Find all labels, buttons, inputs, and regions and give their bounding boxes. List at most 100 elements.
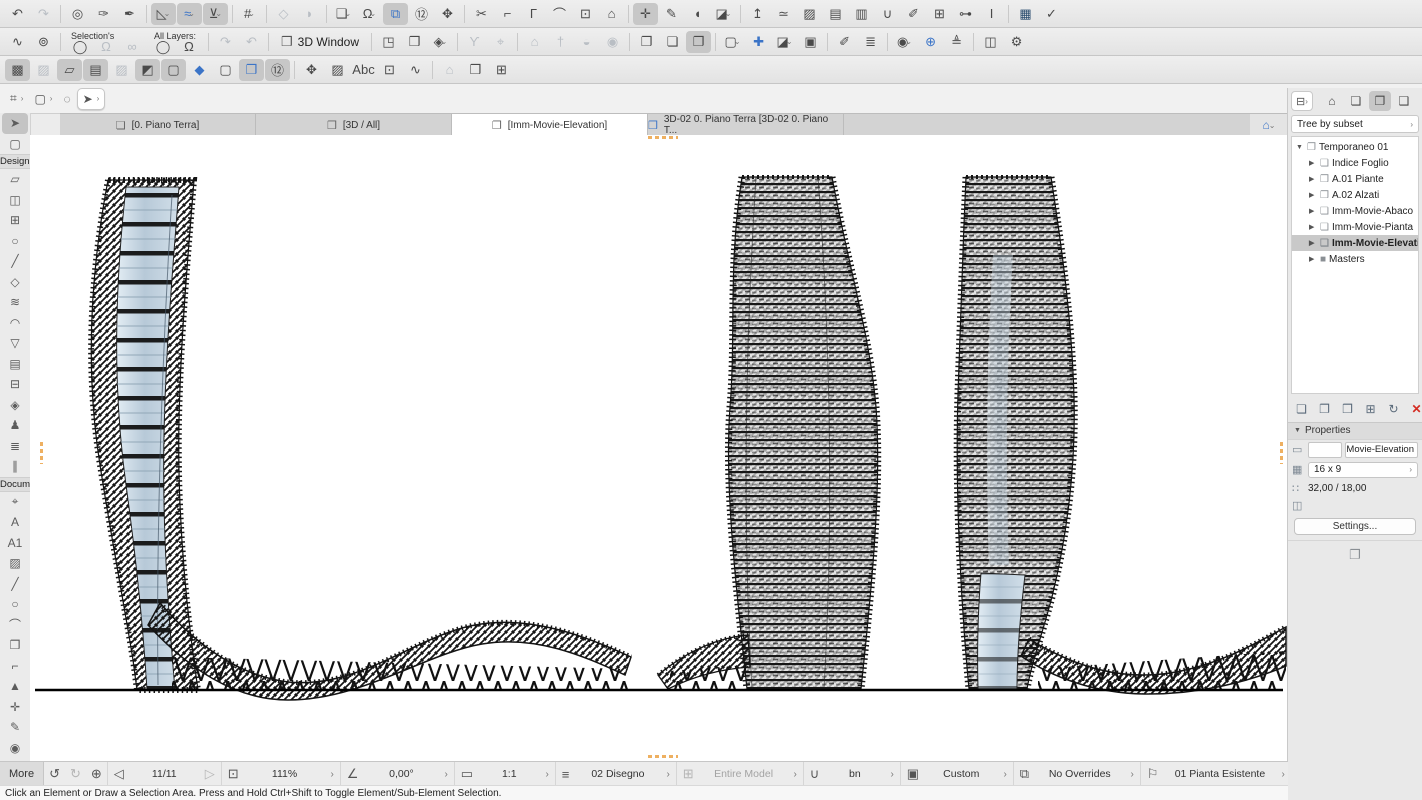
publisher-icon[interactable]: ❑ bbox=[1393, 91, 1415, 111]
section-tool[interactable]: ⌐ bbox=[2, 656, 28, 677]
selection-oval-icon[interactable]: ◯ bbox=[71, 41, 89, 53]
view-map-icon[interactable]: ❏ bbox=[1345, 91, 1367, 111]
dimension-display-icon[interactable]: ⑫ bbox=[265, 59, 290, 81]
explore-icon[interactable]: ⊚ bbox=[31, 31, 56, 53]
door-tool[interactable]: ◫ bbox=[2, 190, 28, 211]
layers-oval-icon[interactable]: ◯ bbox=[154, 41, 172, 53]
line-tool[interactable]: ╱ bbox=[2, 574, 28, 595]
profile-icon[interactable]: ⊞ bbox=[927, 3, 952, 25]
gravity-icon[interactable]: ◇ bbox=[271, 3, 296, 25]
pickup-parameters-icon[interactable]: ✑ bbox=[91, 3, 116, 25]
column-tool[interactable]: ○ bbox=[2, 231, 28, 252]
fillet-icon[interactable]: ⌒ bbox=[547, 3, 572, 25]
trapezoid-display-icon[interactable]: ▱ bbox=[57, 59, 82, 81]
drawing-tool[interactable]: ❒ bbox=[2, 635, 28, 656]
tower-left[interactable] bbox=[91, 180, 198, 690]
3d-window-button[interactable]: ❒ 3D Window bbox=[273, 32, 367, 52]
blinds-icon[interactable]: ▥ bbox=[849, 3, 874, 25]
connect-icon[interactable]: ⊶ bbox=[953, 3, 978, 25]
movie-camera-icon[interactable]: ◫ bbox=[978, 31, 1003, 53]
selection-chain-icon[interactable]: ∞ bbox=[123, 41, 141, 53]
scale-control[interactable]: ▭ 1:1 › bbox=[454, 762, 555, 786]
twisty-icon[interactable]: ▼ bbox=[1296, 144, 1304, 151]
fill-display-icon[interactable]: ▩ bbox=[5, 59, 30, 81]
disc-icon[interactable]: ◒ bbox=[574, 31, 599, 53]
object-tool[interactable]: ♟ bbox=[2, 415, 28, 436]
hatch-display-icon[interactable]: ▨ bbox=[109, 59, 134, 81]
marquee-display-icon[interactable]: ▢ bbox=[213, 59, 238, 81]
gdl-diamond-icon[interactable]: ◆ bbox=[187, 59, 212, 81]
undo-icon[interactable]: ↶ bbox=[5, 3, 30, 25]
copy-drawing-icon[interactable]: ❐ bbox=[634, 31, 659, 53]
settings-button[interactable]: Settings... bbox=[1294, 518, 1416, 535]
fill-drop-icon[interactable]: ✚ bbox=[746, 31, 771, 53]
renovation-control[interactable]: ⚐ 01 Pianta Esistente › bbox=[1140, 762, 1288, 786]
panels-icon[interactable]: ❐ bbox=[1349, 547, 1361, 563]
polygon-edit-icon[interactable]: ◖ bbox=[685, 3, 710, 25]
worksheet-tool[interactable]: ✎ bbox=[2, 717, 28, 738]
element-order-icon[interactable]: ⑫ bbox=[409, 3, 434, 25]
book-icon[interactable]: ❒ bbox=[463, 59, 488, 81]
dotted-selection-icon[interactable]: ▢ bbox=[161, 59, 186, 81]
composite-icon[interactable]: ▤ bbox=[823, 3, 848, 25]
twisty-icon[interactable]: ▶ bbox=[1309, 159, 1317, 167]
arrow-tool[interactable]: ➤ bbox=[2, 113, 28, 134]
slab-tool[interactable]: ◇ bbox=[2, 272, 28, 293]
suspend-groups-icon[interactable]: ⧉ bbox=[383, 3, 408, 25]
canopy-left[interactable] bbox=[148, 603, 631, 700]
label-tool[interactable]: A1 bbox=[2, 533, 28, 554]
hotspot-tool[interactable]: ✛ bbox=[2, 697, 28, 718]
stretch-icon[interactable]: ✥ bbox=[435, 3, 460, 25]
marquee-operation-icon[interactable]: ✛ bbox=[633, 3, 658, 25]
arrow-tool-chip[interactable]: ➤› bbox=[77, 88, 106, 110]
canopy-right[interactable] bbox=[1021, 627, 1286, 694]
view-cube-side-icon[interactable]: ◳ bbox=[376, 31, 401, 53]
tree-by-subset-dropdown[interactable]: Tree by subset › bbox=[1291, 115, 1419, 133]
render-settings-icon[interactable]: ⚙ bbox=[1004, 31, 1029, 53]
schedule-icon[interactable]: ▦ bbox=[1013, 3, 1038, 25]
group-icon[interactable]: ❑⌄ bbox=[331, 3, 356, 25]
tree-item-a01-piante[interactable]: ▶ ❒ A.01 Piante bbox=[1292, 171, 1418, 187]
window-plus-icon[interactable]: ⊞ bbox=[489, 59, 514, 81]
orientation-control[interactable]: ∠ 0,00° › bbox=[340, 762, 454, 786]
prev-page-button[interactable]: ◁ bbox=[112, 766, 126, 782]
zone-tool[interactable]: ◈ bbox=[2, 395, 28, 416]
pen-set-control[interactable]: ∪ bn › bbox=[803, 762, 900, 786]
more-button[interactable]: More bbox=[0, 762, 44, 786]
zoom-in-icon[interactable]: ⊕ bbox=[86, 766, 107, 782]
view-forward-icon[interactable]: ↻ bbox=[65, 766, 86, 782]
circle-tool[interactable]: ○ bbox=[2, 594, 28, 615]
drawing-frame-handle-bottom[interactable] bbox=[648, 755, 678, 758]
dimension-tool[interactable]: ⌖ bbox=[2, 492, 28, 513]
canopy-middle[interactable] bbox=[658, 635, 750, 689]
expand-icon[interactable]: ✥ bbox=[299, 59, 324, 81]
curtain-wall-tool[interactable]: ⊟ bbox=[2, 374, 28, 395]
zoom-control[interactable]: ⊡ 111% › bbox=[221, 762, 340, 786]
spray-icon[interactable]: ≣ bbox=[858, 31, 883, 53]
inject-parameters-icon[interactable]: ✒ bbox=[117, 3, 142, 25]
roof-pitch-icon[interactable]: ≃ bbox=[771, 3, 796, 25]
elevation-tool[interactable]: ▲ bbox=[2, 676, 28, 697]
tree-item-imm-movie-pianta[interactable]: ▶ ❏ Imm-Movie-Pianta bbox=[1292, 219, 1418, 235]
camera-icon[interactable]: ◉⌄ bbox=[892, 31, 917, 53]
window-tool[interactable]: ⊞ bbox=[2, 210, 28, 231]
roof-gray-icon[interactable]: ⌂ bbox=[437, 59, 462, 81]
update-icon[interactable]: ↻ bbox=[1384, 398, 1403, 420]
view-redo-icon[interactable]: ↶ bbox=[239, 31, 264, 53]
layer-combination-icon[interactable]: ❐ bbox=[239, 59, 264, 81]
eraser-icon[interactable]: ◪⌄ bbox=[711, 3, 736, 25]
text-tool[interactable]: A bbox=[2, 512, 28, 533]
layers-lock-icon[interactable]: Ω bbox=[180, 41, 198, 53]
composite-display-icon[interactable]: ▤ bbox=[83, 59, 108, 81]
twisty-icon[interactable]: ▶ bbox=[1309, 207, 1317, 215]
properties-header[interactable]: ▼ Properties bbox=[1288, 422, 1422, 440]
snap-guides-icon[interactable]: ≈⌄ bbox=[177, 3, 202, 25]
twisty-icon[interactable]: ▶ bbox=[1309, 175, 1317, 183]
fill-tool[interactable]: ▨ bbox=[2, 553, 28, 574]
layout-size-select[interactable]: 16 x 9 › bbox=[1308, 462, 1418, 478]
twisty-icon[interactable]: ▶ bbox=[1309, 239, 1317, 247]
mesh-tool[interactable]: ▤ bbox=[2, 354, 28, 375]
polyline-tool[interactable]: ⌒ bbox=[2, 615, 28, 636]
guide-lines-icon[interactable]: ◺⌄ bbox=[151, 3, 176, 25]
find-select-icon[interactable]: ◎ bbox=[65, 3, 90, 25]
